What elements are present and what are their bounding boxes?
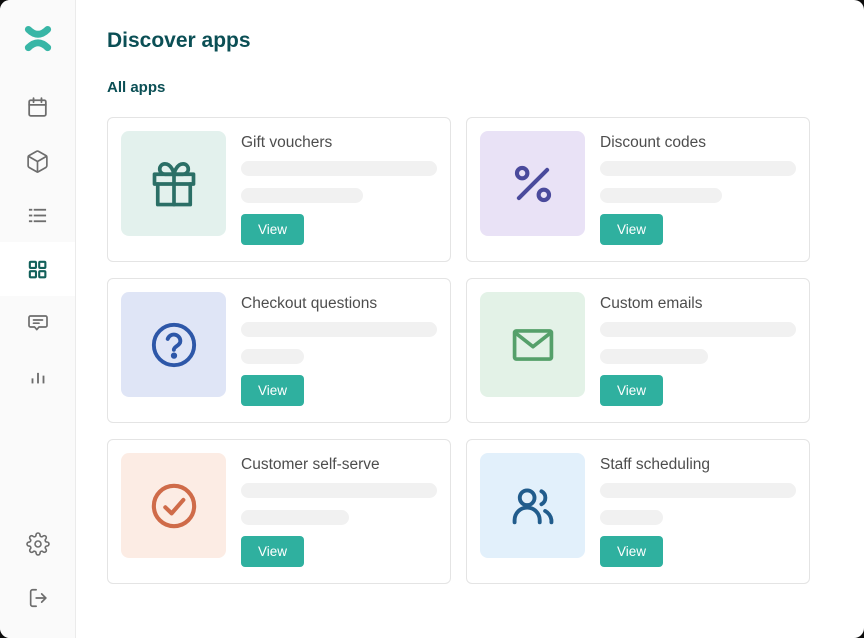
skeleton-line — [600, 188, 722, 203]
view-button[interactable]: View — [600, 214, 663, 245]
app-card-title: Discount codes — [600, 133, 796, 152]
skeleton-line — [241, 188, 363, 203]
app-card-title: Customer self-serve — [241, 455, 437, 474]
sidebar-item-calendar[interactable] — [0, 80, 75, 134]
skeleton-line — [600, 349, 708, 364]
calendar-icon — [25, 95, 50, 120]
sidebar-bottom — [0, 517, 75, 638]
app-icon-tile — [480, 131, 585, 236]
package-icon — [25, 149, 50, 174]
brand-logo-icon — [23, 23, 53, 58]
question-circle-icon — [148, 319, 200, 371]
view-button[interactable]: View — [241, 214, 304, 245]
sidebar-item-package[interactable] — [0, 134, 75, 188]
sidebar-item-reports[interactable] — [0, 350, 75, 404]
skeleton-line — [600, 483, 796, 498]
skeleton-line — [241, 510, 349, 525]
card-body: Staff scheduling View — [600, 453, 796, 570]
skeleton-line — [600, 322, 796, 337]
app-card-title: Checkout questions — [241, 294, 437, 313]
skeleton-line — [241, 349, 304, 364]
percent-icon — [507, 158, 559, 210]
app-card-discount-codes: Discount codes View — [466, 117, 810, 262]
page-title: Discover apps — [107, 28, 864, 53]
app-icon-tile — [121, 292, 226, 397]
sidebar — [0, 0, 76, 638]
sidebar-item-logout[interactable] — [0, 571, 75, 625]
sidebar-spacer — [0, 404, 75, 517]
app-card-title: Gift vouchers — [241, 133, 437, 152]
app-card-gift-vouchers: Gift vouchers View — [107, 117, 451, 262]
card-body: Discount codes View — [600, 131, 796, 248]
section-label-all-apps: All apps — [107, 79, 864, 97]
view-button[interactable]: View — [600, 536, 663, 567]
app-card-staff-scheduling: Staff scheduling View — [466, 439, 810, 584]
bar-chart-icon — [27, 366, 49, 388]
gift-icon — [148, 158, 200, 210]
app-icon-tile — [121, 453, 226, 558]
app-window: Discover apps All apps — [0, 0, 864, 638]
app-card-checkout-questions: Checkout questions View — [107, 278, 451, 423]
app-icon-tile — [121, 131, 226, 236]
sidebar-item-settings[interactable] — [0, 517, 75, 571]
gear-icon — [26, 532, 50, 556]
mail-icon — [507, 319, 559, 371]
users-icon — [507, 480, 559, 532]
view-button[interactable]: View — [600, 375, 663, 406]
app-card-customer-self-serve: Customer self-serve View — [107, 439, 451, 584]
app-card-custom-emails: Custom emails View — [466, 278, 810, 423]
skeleton-line — [241, 161, 437, 176]
card-body: Customer self-serve View — [241, 453, 437, 570]
app-icon-tile — [480, 292, 585, 397]
message-icon — [26, 311, 50, 335]
app-card-title: Staff scheduling — [600, 455, 796, 474]
skeleton-line — [241, 483, 437, 498]
app-icon-tile — [480, 453, 585, 558]
skeleton-line — [241, 322, 437, 337]
app-card-title: Custom emails — [600, 294, 796, 313]
skeleton-line — [600, 510, 663, 525]
sidebar-item-messages[interactable] — [0, 296, 75, 350]
skeleton-line — [600, 161, 796, 176]
card-body: Custom emails View — [600, 292, 796, 409]
list-icon — [26, 204, 49, 227]
view-button[interactable]: View — [241, 375, 304, 406]
check-circle-icon — [148, 480, 200, 532]
brand-logo[interactable] — [0, 0, 75, 80]
logout-icon — [27, 587, 49, 609]
main-content: Discover apps All apps — [76, 0, 864, 638]
app-cards-grid: Gift vouchers View — [107, 117, 864, 584]
card-body: Checkout questions View — [241, 292, 437, 409]
card-body: Gift vouchers View — [241, 131, 437, 248]
apps-grid-icon — [26, 258, 49, 281]
sidebar-item-apps[interactable] — [0, 242, 75, 296]
view-button[interactable]: View — [241, 536, 304, 567]
sidebar-item-list[interactable] — [0, 188, 75, 242]
